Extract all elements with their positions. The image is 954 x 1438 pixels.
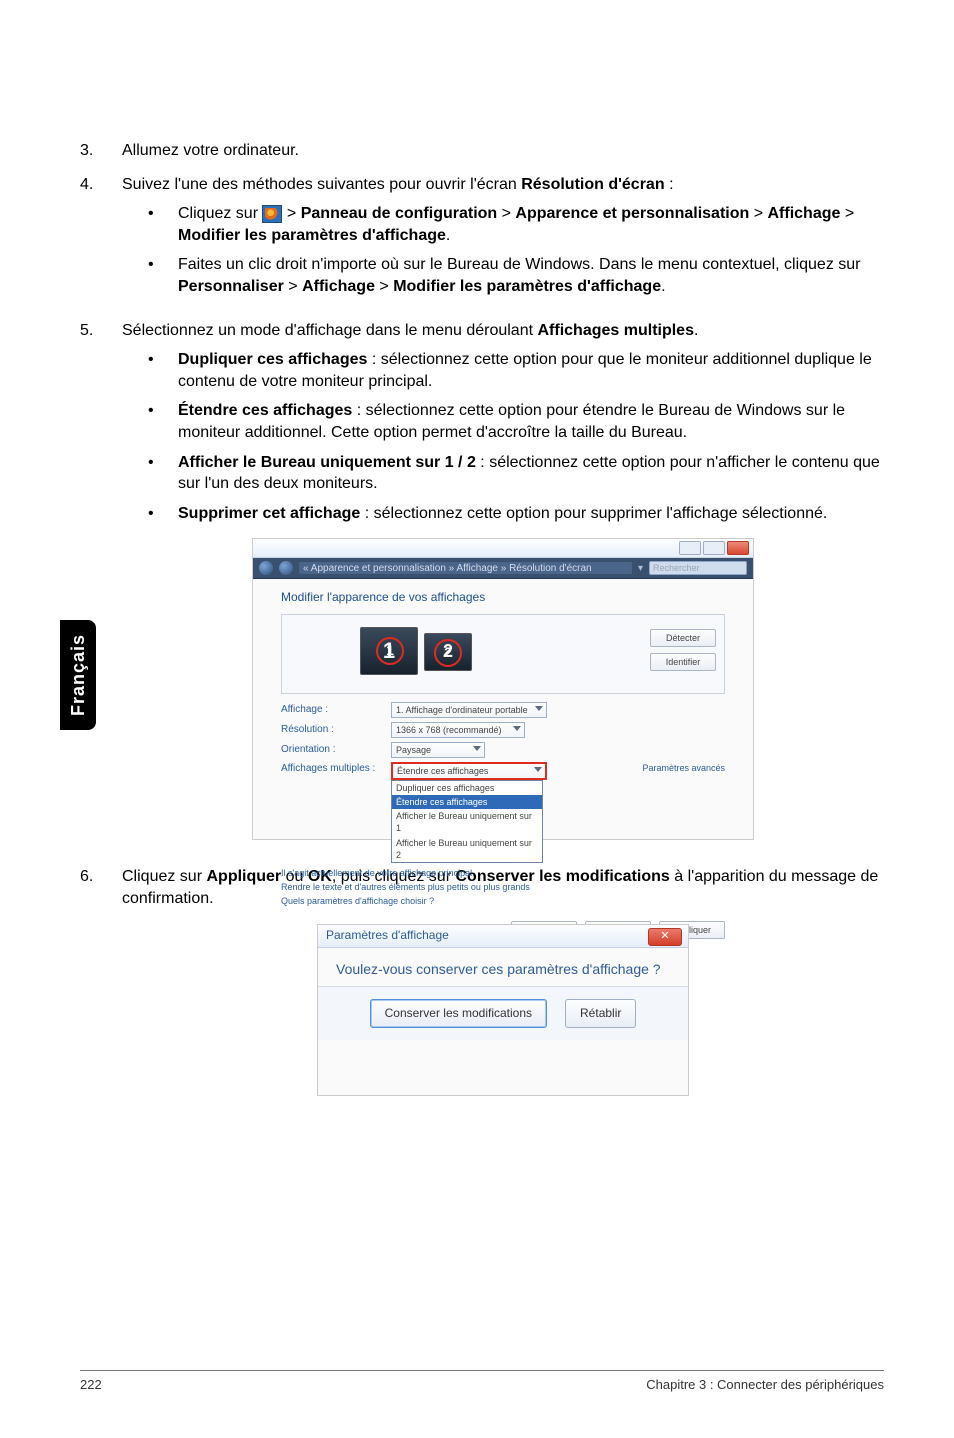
select-multiple-displays[interactable]: Étendre ces affichages (391, 762, 547, 780)
advanced-link[interactable]: Paramètres avancés (642, 762, 725, 774)
main-content: 3. Allumez votre ordinateur. 4. Suivez l… (80, 140, 884, 1348)
monitor-preview: 1 2 1 2 Détecter Identifier (281, 614, 725, 694)
bullet-icon: • (148, 203, 178, 246)
windows-start-icon (262, 205, 282, 223)
sub-body: Étendre ces affichages : sélectionnez ce… (178, 400, 884, 443)
select-orientation[interactable]: Paysage (391, 742, 485, 758)
label-resolution: Résolution : (281, 723, 391, 737)
window-close-button[interactable] (727, 541, 749, 555)
note-text: Il s'agit actuellement de votre affichag… (281, 867, 725, 879)
bullet-icon: • (148, 254, 178, 297)
step-number: 5. (80, 320, 122, 855)
keep-changes-button[interactable]: Conserver les modifications (370, 999, 547, 1027)
dropdown-option[interactable]: Afficher le Bureau uniquement sur 1 (392, 809, 542, 835)
page-number: 222 (80, 1377, 102, 1392)
step-number: 4. (80, 174, 122, 308)
detect-button[interactable]: Détecter (650, 629, 716, 647)
dropdown-multiple-displays[interactable]: Dupliquer ces affichages Étendre ces aff… (391, 780, 543, 863)
bullet-icon: • (148, 400, 178, 443)
callout-2: 2 (434, 639, 462, 667)
link-which-settings[interactable]: Quels paramètres d'affichage choisir ? (281, 895, 725, 907)
section-title: Modifier l'apparence de vos affichages (281, 589, 725, 605)
dialog-close-button[interactable]: ✕ (648, 928, 682, 946)
window-maximize-button[interactable] (703, 541, 725, 555)
forward-button[interactable] (279, 561, 293, 575)
dropdown-option[interactable]: Étendre ces affichages (392, 795, 542, 809)
dropdown-option[interactable]: Dupliquer ces affichages (392, 781, 542, 795)
identify-button[interactable]: Identifier (650, 653, 716, 671)
bullet-icon: • (148, 503, 178, 525)
callout-1: 1 (376, 637, 404, 665)
sub-body: Afficher le Bureau uniquement sur 1 / 2 … (178, 452, 884, 495)
sub-body: Supprimer cet affichage : sélectionnez c… (178, 503, 884, 525)
window-titlebar (253, 539, 753, 558)
step-body: Allumez votre ordinateur. (122, 140, 884, 162)
step-number: 6. (80, 866, 122, 1109)
dialog-titlebar: Paramètres d'affichage ✕ (318, 925, 688, 948)
step-body: Suivez l'une des méthodes suivantes pour… (122, 176, 674, 193)
page-footer: 222 Chapitre 3 : Connecter des périphéri… (80, 1370, 884, 1392)
sub-body: Faites un clic droit n'importe où sur le… (178, 254, 884, 297)
sub-body: Dupliquer ces affichages : sélectionnez … (178, 349, 884, 392)
dropdown-option[interactable]: Afficher le Bureau uniquement sur 2 (392, 836, 542, 862)
select-resolution[interactable]: 1366 x 768 (recommandé) (391, 722, 525, 738)
link-readability[interactable]: Rendre le texte et d'autres éléments plu… (281, 881, 725, 893)
back-button[interactable] (259, 561, 273, 575)
label-display: Affichage : (281, 703, 391, 717)
sub-body: Cliquez sur > Panneau de configuration >… (178, 203, 884, 246)
step-number: 3. (80, 140, 122, 162)
select-display[interactable]: 1. Affichage d'ordinateur portable (391, 702, 547, 718)
resolution-window-screenshot: « Apparence et personnalisation » Affich… (252, 538, 754, 840)
label-orientation: Orientation : (281, 743, 391, 757)
dialog-message: Voulez-vous conserver ces paramètres d'a… (318, 948, 688, 987)
dialog-title: Paramètres d'affichage (326, 927, 449, 943)
bullet-icon: • (148, 349, 178, 392)
breadcrumb[interactable]: « Apparence et personnalisation » Affich… (299, 562, 632, 574)
search-input[interactable]: Rechercher (649, 561, 747, 575)
bullet-icon: • (148, 452, 178, 495)
revert-button[interactable]: Rétablir (565, 999, 636, 1027)
chapter-title: Chapitre 3 : Connecter des périphériques (646, 1377, 884, 1392)
address-bar: « Apparence et personnalisation » Affich… (253, 558, 753, 579)
window-minimize-button[interactable] (679, 541, 701, 555)
label-multiple: Affichages multiples : (281, 762, 391, 776)
step-body: Sélectionnez un mode d'affichage dans le… (122, 322, 698, 339)
confirm-dialog-screenshot: Paramètres d'affichage ✕ Voulez-vous con… (317, 924, 689, 1096)
